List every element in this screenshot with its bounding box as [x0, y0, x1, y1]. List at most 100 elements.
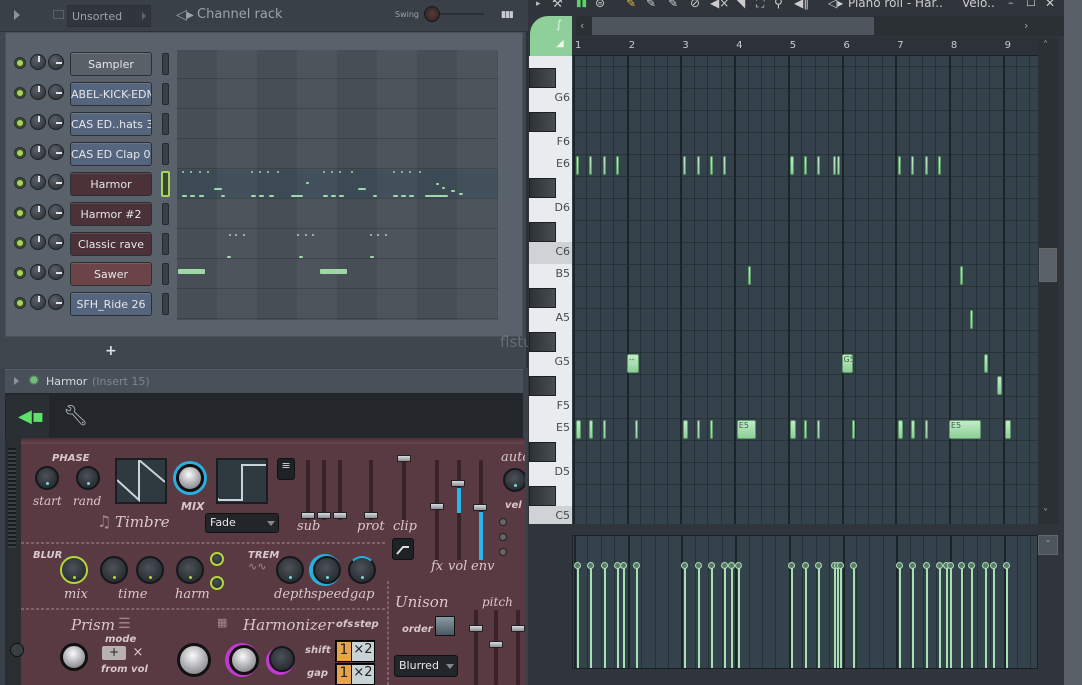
- velocity-handle[interactable]: [909, 562, 917, 570]
- vol-slider-handle[interactable]: [451, 480, 465, 487]
- shift-ofs-value[interactable]: 1: [337, 642, 351, 661]
- velocity-bar[interactable]: [925, 563, 928, 668]
- mute-led[interactable]: [15, 58, 25, 68]
- fx-slider[interactable]: [435, 460, 439, 560]
- channel-button[interactable]: Sampler: [70, 52, 152, 76]
- note[interactable]: [817, 420, 821, 439]
- step-grid[interactable]: [177, 50, 498, 320]
- note[interactable]: [696, 156, 700, 175]
- note[interactable]: [803, 156, 807, 175]
- order-button[interactable]: [435, 616, 455, 636]
- note[interactable]: [683, 420, 689, 439]
- note[interactable]: [897, 420, 904, 439]
- mute-led[interactable]: [15, 208, 25, 218]
- channel-button[interactable]: Classic rave: [70, 232, 152, 256]
- note[interactable]: [709, 156, 713, 175]
- select-tool-icon[interactable]: ◥: [736, 0, 745, 10]
- note[interactable]: [589, 420, 593, 439]
- volume-knob[interactable]: [30, 54, 46, 70]
- trem-depth-knob[interactable]: [276, 556, 304, 584]
- note[interactable]: [997, 376, 1003, 395]
- pan-knob[interactable]: [48, 234, 64, 250]
- wrench-icon[interactable]: ⚒: [552, 0, 563, 10]
- mute-led[interactable]: [15, 148, 25, 158]
- velocity-handle[interactable]: [620, 562, 628, 570]
- minimize-icon[interactable]: –: [1008, 0, 1014, 9]
- vel-radio-1[interactable]: [499, 518, 507, 526]
- velocity-editor[interactable]: [572, 535, 1038, 669]
- velocity-handle[interactable]: [788, 562, 796, 570]
- channel-select[interactable]: [162, 83, 169, 105]
- harmonizer-third-knob[interactable]: [269, 646, 295, 672]
- velocity-handle[interactable]: [801, 562, 809, 570]
- graph-editor-icon[interactable]: ▮▮▮: [501, 10, 514, 20]
- event-menu-button[interactable]: -: [1038, 535, 1058, 555]
- pan-knob[interactable]: [48, 294, 64, 310]
- velocity-bar[interactable]: [804, 563, 807, 668]
- channel-button[interactable]: CAS ED..hats 30: [70, 112, 152, 136]
- harmonizer-width-knob[interactable]: [229, 645, 259, 675]
- black-key[interactable]: [529, 222, 556, 242]
- vel-radio-2[interactable]: [499, 533, 507, 541]
- note[interactable]: [575, 420, 582, 439]
- note[interactable]: [924, 420, 928, 439]
- pitch-slider-3[interactable]: [516, 610, 520, 685]
- note[interactable]: [817, 156, 821, 175]
- note[interactable]: [602, 156, 606, 175]
- channel-button[interactable]: Sawer: [70, 262, 152, 286]
- pitch-slider-1-handle[interactable]: [469, 625, 483, 632]
- black-key[interactable]: [529, 288, 556, 308]
- marquee-icon[interactable]: ⛶: [756, 0, 764, 11]
- phase-rand-knob[interactable]: [76, 466, 100, 490]
- clip-slider[interactable]: [402, 460, 406, 520]
- mute-led[interactable]: [15, 118, 25, 128]
- wrench-icon[interactable]: 🔧︎: [63, 403, 88, 427]
- velocity-handle[interactable]: [989, 562, 997, 570]
- note[interactable]: [747, 266, 751, 285]
- delete-tool-icon[interactable]: ✎: [668, 0, 678, 10]
- note[interactable]: [696, 420, 700, 439]
- sub-slider-2-handle[interactable]: [317, 512, 331, 519]
- note[interactable]: [615, 156, 619, 175]
- note[interactable]: [833, 156, 837, 175]
- velocity-bar[interactable]: [837, 563, 840, 668]
- note-grid[interactable]: -- G5 E5 E5: [572, 56, 1038, 524]
- velocity-bar[interactable]: [590, 563, 593, 668]
- scroll-right-icon[interactable]: ›: [1024, 19, 1028, 32]
- volume-knob[interactable]: [30, 114, 46, 130]
- note[interactable]: [970, 310, 974, 329]
- note[interactable]: [911, 420, 916, 439]
- pan-knob[interactable]: [48, 54, 64, 70]
- velocity-bar[interactable]: [576, 563, 579, 668]
- trem-gap-knob[interactable]: [348, 556, 376, 584]
- pitch-slider-1[interactable]: [474, 610, 478, 685]
- playback-icon[interactable]: ◀∥: [794, 0, 809, 10]
- black-key[interactable]: [529, 376, 556, 396]
- sub-slider-2[interactable]: [322, 460, 326, 520]
- volume-knob[interactable]: [30, 174, 46, 190]
- clip-slider-handle[interactable]: [397, 455, 411, 462]
- blur-time-knob-2[interactable]: [136, 556, 164, 584]
- channel-select[interactable]: [162, 203, 169, 225]
- velocity-bar[interactable]: [945, 563, 948, 668]
- velocity-handle[interactable]: [632, 562, 640, 570]
- velocity-bar[interactable]: [971, 563, 974, 668]
- gap-step-value[interactable]: ×2: [352, 665, 374, 684]
- black-key[interactable]: [529, 332, 556, 352]
- note[interactable]: [709, 420, 713, 439]
- velocity-bar[interactable]: [1006, 563, 1009, 668]
- velocity-bar[interactable]: [853, 563, 856, 668]
- pan-knob[interactable]: [48, 204, 64, 220]
- volume-knob[interactable]: [30, 264, 46, 280]
- scroll-down-icon[interactable]: ˅: [1043, 508, 1048, 519]
- velocity-handle[interactable]: [727, 562, 735, 570]
- velocity-bar[interactable]: [635, 563, 638, 668]
- note[interactable]: [897, 156, 901, 175]
- mute-tool-icon[interactable]: ⊘: [690, 0, 700, 10]
- velocity-bar[interactable]: [791, 563, 794, 668]
- note[interactable]: [852, 420, 856, 439]
- velocity-handle[interactable]: [707, 562, 715, 570]
- expand-arrow-icon[interactable]: [14, 377, 19, 385]
- velocity-handle[interactable]: [968, 562, 976, 570]
- mute-led[interactable]: [15, 238, 25, 248]
